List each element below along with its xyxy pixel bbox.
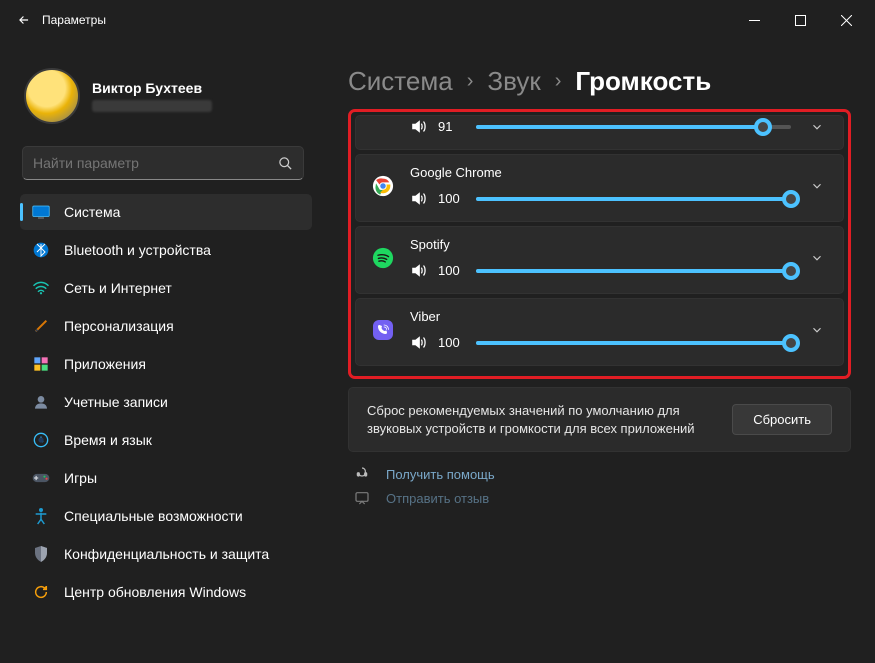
volume-slider[interactable] — [476, 191, 791, 207]
sidebar-item-label: Система — [64, 204, 120, 220]
app-name: Spotify — [410, 237, 791, 252]
sidebar-item-label: Приложения — [64, 356, 146, 372]
sidebar-item-accounts[interactable]: Учетные записи — [20, 384, 312, 420]
volume-mixer-box: 91 Google Chrome 100 — [348, 109, 851, 379]
window-title: Параметры — [42, 13, 106, 27]
app-volume-row: 91 — [355, 115, 844, 150]
time-icon — [32, 431, 50, 449]
expand-button[interactable] — [805, 237, 829, 279]
sidebar-item-games[interactable]: Игры — [20, 460, 312, 496]
volume-slider[interactable] — [476, 263, 791, 279]
crumb-sound[interactable]: Звук — [487, 66, 540, 97]
sidebar-item-label: Игры — [64, 470, 97, 486]
profile-block[interactable]: Виктор Бухтеев — [20, 52, 312, 138]
reset-button[interactable]: Сбросить — [732, 404, 832, 435]
chevron-right-icon: › — [555, 70, 562, 93]
accounts-icon — [32, 393, 50, 411]
chevron-right-icon: › — [467, 70, 474, 93]
generic-app-icon — [370, 118, 396, 135]
breadcrumb: Система › Звук › Громкость — [348, 66, 851, 97]
reset-row: Сброс рекомендуемых значений по умолчани… — [348, 387, 851, 452]
close-button[interactable] — [823, 4, 869, 36]
sidebar-item-system[interactable]: Система — [20, 194, 312, 230]
avatar — [24, 68, 80, 124]
minimize-button[interactable] — [731, 4, 777, 36]
app-name: Viber — [410, 309, 791, 324]
privacy-icon — [32, 545, 50, 563]
volume-value: 100 — [438, 191, 466, 206]
sidebar-item-label: Персонализация — [64, 318, 174, 334]
sidebar-item-label: Сеть и Интернет — [64, 280, 172, 296]
reset-description: Сброс рекомендуемых значений по умолчани… — [367, 402, 712, 437]
volume-value: 100 — [438, 335, 466, 350]
sidebar-item-label: Bluetooth и устройства — [64, 242, 211, 258]
speaker-icon[interactable] — [410, 262, 428, 279]
sidebar-item-time[interactable]: Время и язык — [20, 422, 312, 458]
expand-button[interactable] — [805, 165, 829, 207]
sidebar-item-apps[interactable]: Приложения — [20, 346, 312, 382]
sidebar-item-label: Специальные возможности — [64, 508, 243, 524]
search-input[interactable] — [33, 155, 278, 171]
personal-icon — [32, 317, 50, 335]
app-name: Google Chrome — [410, 165, 791, 180]
sidebar-item-label: Центр обновления Windows — [64, 584, 246, 600]
feedback-icon — [354, 490, 372, 506]
update-icon — [32, 583, 50, 601]
volume-slider[interactable] — [476, 119, 791, 135]
expand-button[interactable] — [805, 309, 829, 351]
help-icon — [354, 466, 372, 482]
volume-value: 91 — [438, 119, 466, 134]
speaker-icon[interactable] — [410, 334, 428, 351]
system-icon — [32, 203, 50, 221]
profile-email — [92, 100, 212, 112]
sidebar-item-personal[interactable]: Персонализация — [20, 308, 312, 344]
sidebar-item-privacy[interactable]: Конфиденциальность и защита — [20, 536, 312, 572]
help-link[interactable]: Получить помощь — [348, 452, 851, 486]
apps-icon — [32, 355, 50, 373]
games-icon — [32, 469, 50, 487]
chrome-app-icon — [370, 165, 396, 207]
access-icon — [32, 507, 50, 525]
feedback-link[interactable]: Отправить отзыв — [348, 486, 851, 510]
maximize-button[interactable] — [777, 4, 823, 36]
sidebar-item-update[interactable]: Центр обновления Windows — [20, 574, 312, 610]
sidebar-item-network[interactable]: Сеть и Интернет — [20, 270, 312, 306]
back-button[interactable] — [6, 13, 42, 27]
help-label: Получить помощь — [386, 467, 495, 482]
sidebar-item-label: Время и язык — [64, 432, 152, 448]
app-volume-row: Spotify 100 — [355, 226, 844, 294]
spotify-app-icon — [370, 237, 396, 279]
app-volume-row: Google Chrome 100 — [355, 154, 844, 222]
speaker-icon[interactable] — [410, 118, 428, 135]
network-icon — [32, 279, 50, 297]
viber-app-icon — [370, 309, 396, 351]
sidebar-item-label: Конфиденциальность и защита — [64, 546, 269, 562]
bluetooth-icon — [32, 241, 50, 259]
app-volume-row: Viber 100 — [355, 298, 844, 366]
profile-name: Виктор Бухтеев — [92, 80, 212, 96]
search-icon — [278, 156, 293, 171]
volume-slider[interactable] — [476, 335, 791, 351]
feedback-label: Отправить отзыв — [386, 491, 489, 506]
expand-button[interactable] — [805, 118, 829, 135]
volume-value: 100 — [438, 263, 466, 278]
speaker-icon[interactable] — [410, 190, 428, 207]
crumb-volume: Громкость — [575, 66, 711, 97]
sidebar-item-access[interactable]: Специальные возможности — [20, 498, 312, 534]
search-box[interactable] — [22, 146, 304, 180]
sidebar-item-bluetooth[interactable]: Bluetooth и устройства — [20, 232, 312, 268]
crumb-system[interactable]: Система — [348, 66, 453, 97]
sidebar-item-label: Учетные записи — [64, 394, 168, 410]
